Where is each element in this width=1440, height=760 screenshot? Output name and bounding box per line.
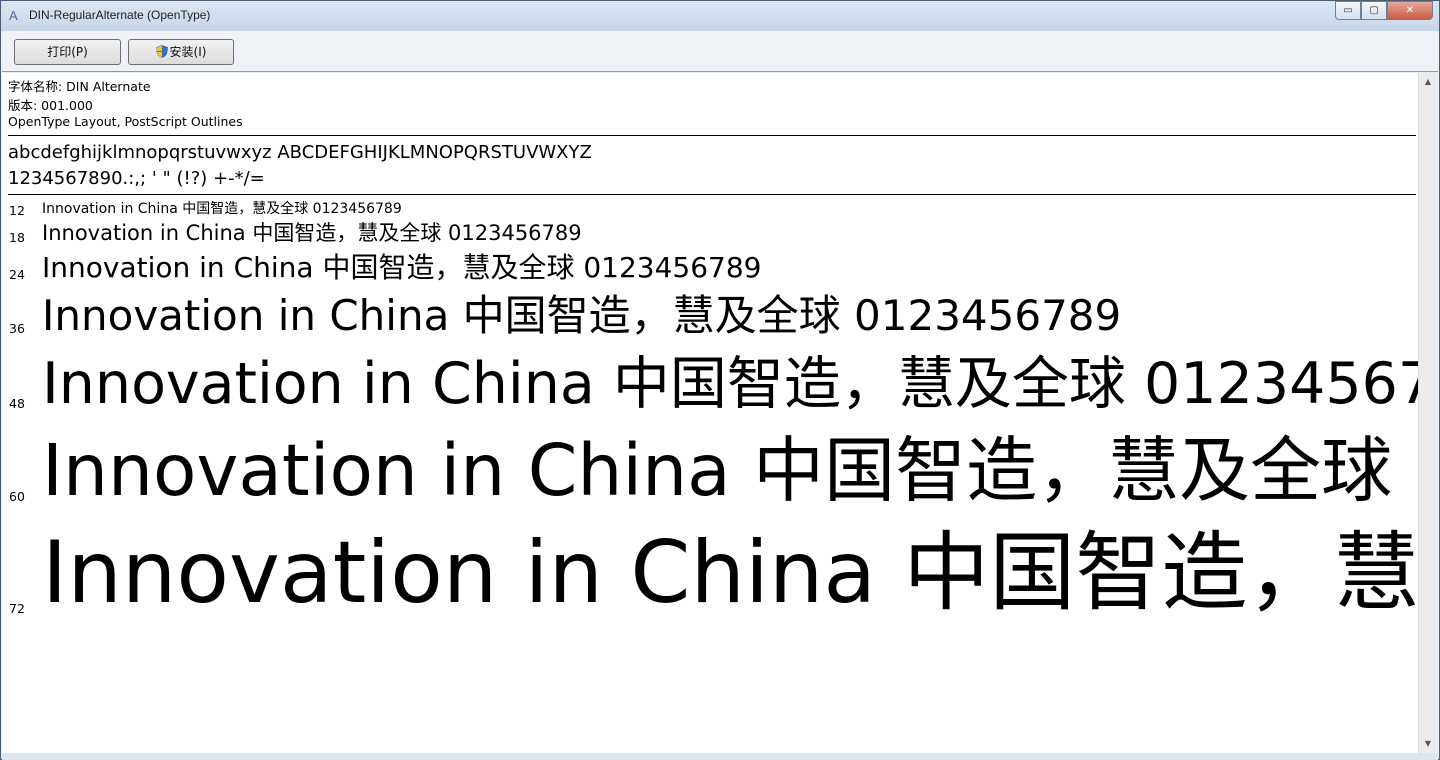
scroll-down-icon[interactable]: ▼ (1422, 738, 1434, 750)
size-label-24: 24 (9, 267, 25, 282)
charset-letters: abcdefghijklmnopqrstuvwxyz ABCDEFGHIJKLM… (8, 142, 592, 163)
scroll-up-icon[interactable]: ▲ (1422, 76, 1434, 88)
vertical-scrollbar[interactable]: ▲ ▼ (1418, 73, 1436, 753)
font-version-line: 版本: 001.000 (8, 98, 93, 113)
size-label-72: 72 (9, 601, 25, 616)
print-button[interactable]: 打印(P) (14, 39, 121, 65)
font-preview-pane[interactable]: 字体名称: DIN Alternate 版本: 001.000 OpenType… (2, 73, 1418, 753)
font-name-line: 字体名称: DIN Alternate (8, 79, 151, 94)
sample-text-72: Innovation in China 中国智造，慧及全球 0123456789 (42, 523, 1418, 623)
title-bar[interactable]: A DIN-RegularAlternate (OpenType) ▭ ▢ ✕ (1, 1, 1439, 31)
font-viewer-icon: A (9, 8, 18, 23)
close-button[interactable]: ✕ (1387, 1, 1433, 20)
caption-buttons: ▭ ▢ ✕ (1335, 1, 1433, 21)
toolbar: 打印(P) 安装(I) (2, 31, 1438, 72)
install-button-label: 安装(I) (169, 45, 207, 59)
install-button[interactable]: 安装(I) (128, 39, 234, 65)
font-viewer-window: A DIN-RegularAlternate (OpenType) ▭ ▢ ✕ … (0, 0, 1440, 760)
charset-digits: 1234567890.:,; ' " (!?) +-*/= (8, 168, 265, 189)
size-label-60: 60 (9, 489, 25, 504)
sample-text-36: Innovation in China 中国智造，慧及全球 0123456789 (42, 291, 1122, 340)
sample-text-18: Innovation in China 中国智造，慧及全球 0123456789 (42, 221, 582, 245)
minimize-button[interactable]: ▭ (1335, 1, 1361, 20)
divider (8, 135, 1416, 136)
maximize-button[interactable]: ▢ (1361, 1, 1387, 20)
window-title: DIN-RegularAlternate (OpenType) (29, 8, 211, 22)
size-label-18: 18 (9, 230, 25, 245)
divider (8, 194, 1416, 195)
window-bottom-edge (2, 753, 1438, 760)
sample-text-60: Innovation in China 中国智造，慧及全球 0123456789 (42, 429, 1418, 512)
sample-text-48: Innovation in China 中国智造，慧及全球 0123456789 (42, 351, 1418, 417)
size-label-12: 12 (9, 203, 25, 218)
sample-text-24: Innovation in China 中国智造，慧及全球 0123456789 (42, 251, 762, 284)
shield-icon (155, 45, 168, 58)
font-format-line: OpenType Layout, PostScript Outlines (8, 114, 243, 129)
sample-text-12: Innovation in China 中国智造，慧及全球 0123456789 (42, 201, 402, 217)
size-label-36: 36 (9, 321, 25, 336)
size-label-48: 48 (9, 396, 25, 411)
